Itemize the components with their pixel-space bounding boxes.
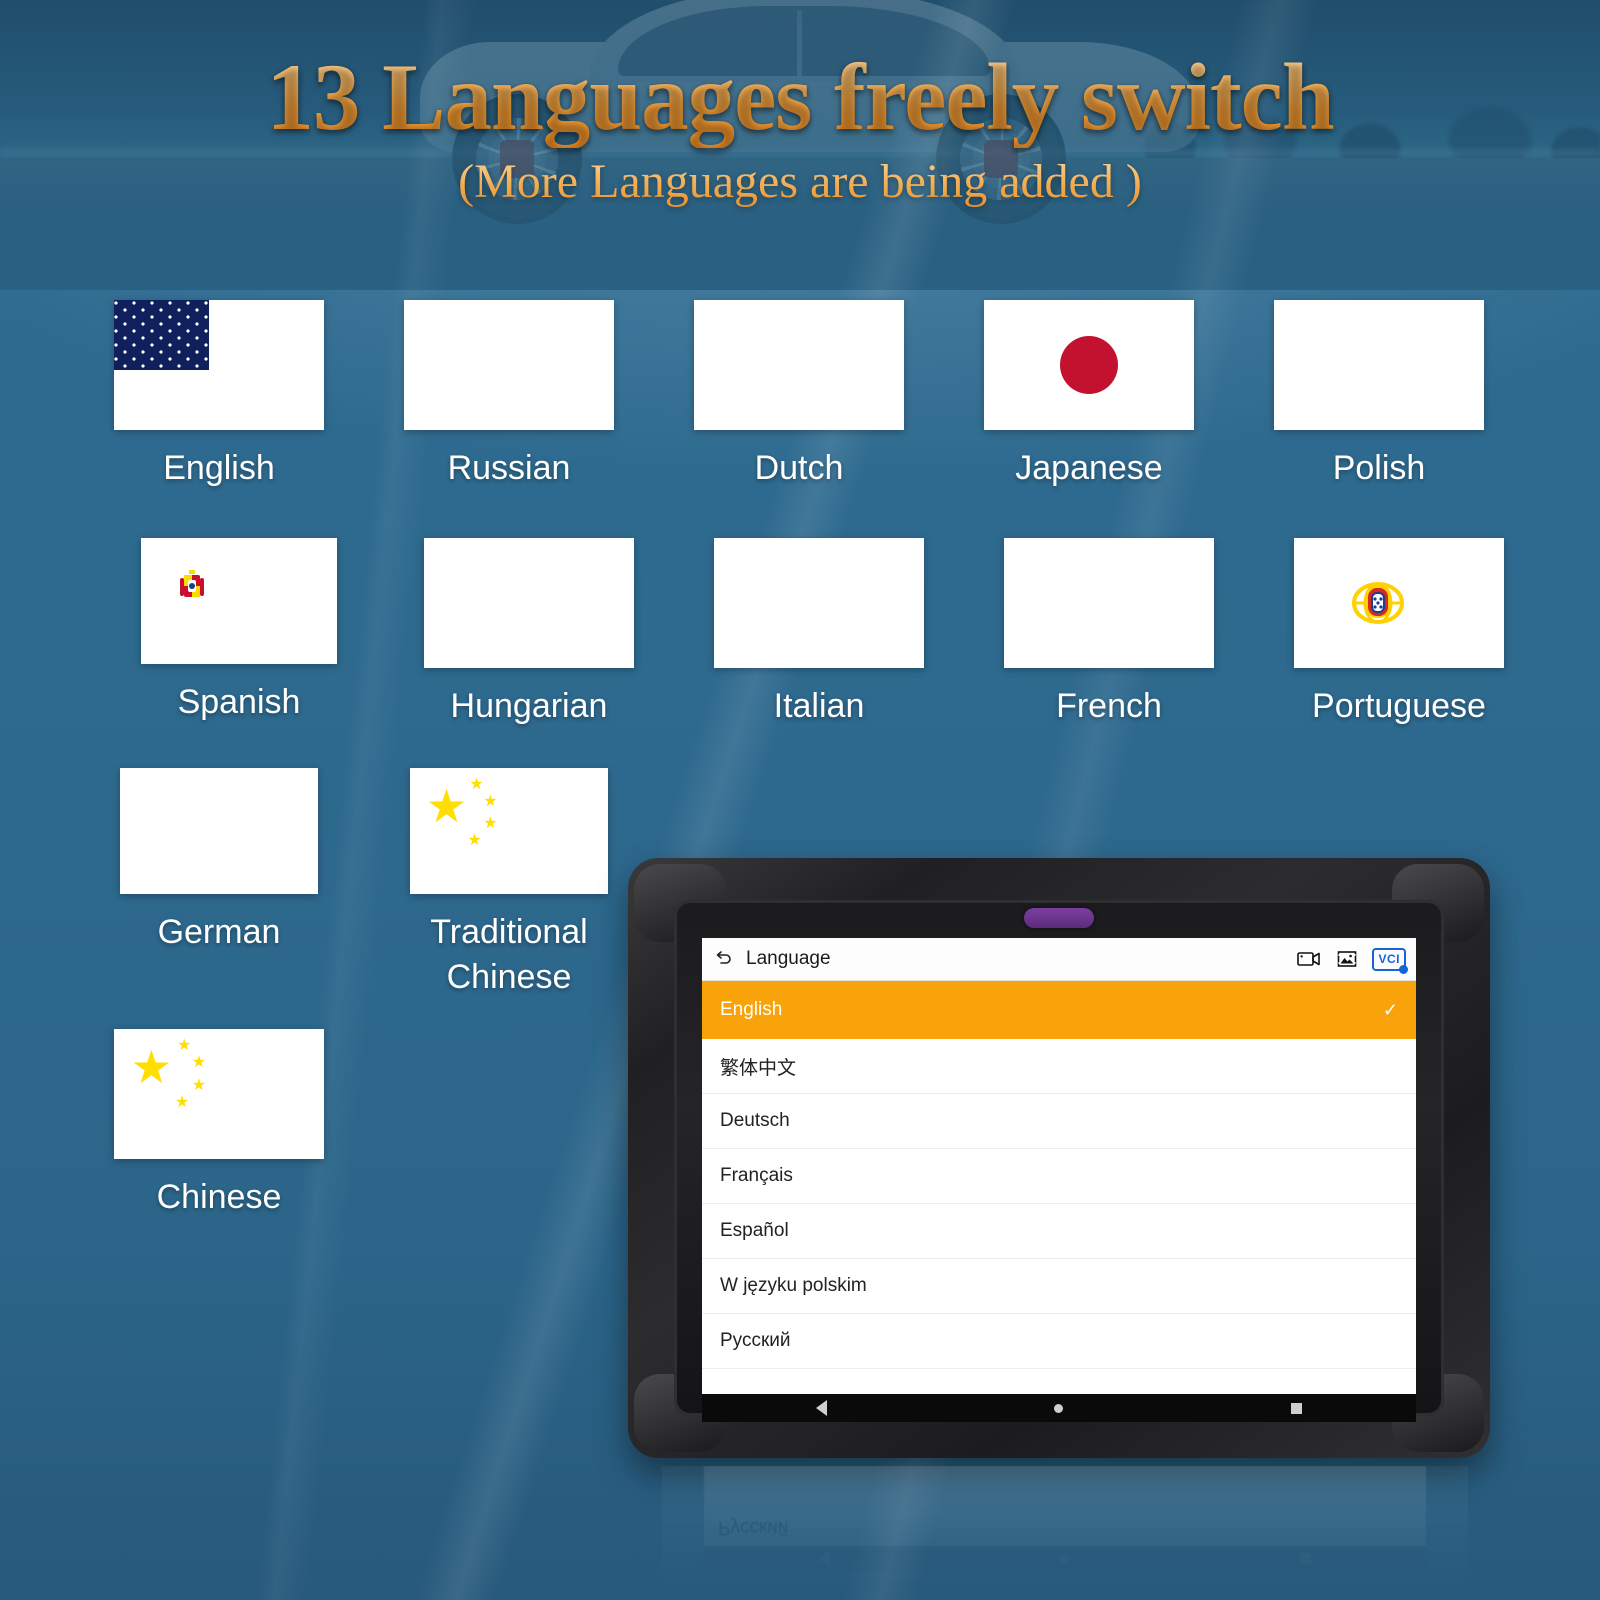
tablet-screen: Language VCI English ✓ 繁体中文 Deutsch Fran… (702, 938, 1416, 1394)
front-camera-icon (1024, 908, 1094, 928)
flag-row-1: English Russian Dutch Japanese Polish (74, 300, 1556, 490)
flag-label: Russian (447, 449, 571, 487)
language-list-item-english[interactable]: English ✓ (702, 981, 1416, 1039)
page-subtitle: (More Languages are being added ) (0, 154, 1600, 209)
flag-item-english: English (74, 300, 364, 490)
back-arrow-icon[interactable] (712, 948, 734, 970)
language-list-item-traditional-chinese[interactable]: 繁体中文 (702, 1039, 1416, 1094)
language-list-item-espanol[interactable]: Español (702, 1204, 1416, 1259)
flag-label: Spanish (177, 683, 301, 722)
flag-label: Dutch (754, 449, 844, 487)
flag-label: Italian (773, 687, 865, 726)
flag-item-polish: Polish (1234, 300, 1524, 490)
flag-italy-icon (714, 538, 924, 669)
flag-item-japanese: Japanese (944, 300, 1234, 490)
flag-item-traditional-chinese: ★ ★ ★ ★ ★ Traditional Chinese (364, 768, 654, 998)
diagnostic-tablet: Language VCI English ✓ 繁体中文 Deutsch Fran… (628, 858, 1490, 1458)
flag-spain-icon (141, 538, 337, 665)
back-triangle-icon[interactable] (815, 1400, 827, 1416)
language-list-item-polish[interactable]: W języku polskim (702, 1259, 1416, 1314)
language-label: Deutsch (720, 1110, 790, 1131)
page-title: 13 Languages freely switch (0, 47, 1600, 148)
flag-france-icon (1004, 538, 1214, 669)
flag-united-states-icon (114, 300, 324, 430)
flag-label: Japanese (1015, 449, 1163, 487)
flag-label: Traditional Chinese (430, 913, 588, 996)
tablet-reflection: Русский (640, 1466, 1490, 1598)
check-icon: ✓ (1382, 999, 1398, 1020)
language-label: 繁体中文 (720, 1057, 797, 1079)
flag-item-dutch: Dutch (654, 300, 944, 490)
language-list-item-deutsch[interactable]: Deutsch (702, 1094, 1416, 1149)
flag-label: French (1056, 687, 1162, 726)
flag-china-icon: ★ ★ ★ ★ ★ (114, 1028, 324, 1159)
flag-label: Chinese (156, 1177, 282, 1216)
flag-poland-icon (1274, 300, 1484, 430)
language-list: English ✓ 繁体中文 Deutsch Français Español … (702, 981, 1416, 1369)
reflection-text: Русский (718, 1517, 789, 1538)
flag-item-hungarian: Hungarian (384, 538, 674, 728)
language-label: Français (720, 1165, 793, 1186)
flag-label: Polish (1332, 449, 1426, 487)
language-label: W języku polskim (720, 1275, 867, 1296)
flag-item-french: French (964, 538, 1254, 728)
recents-square-icon[interactable] (1291, 1402, 1303, 1414)
language-list-item-russian[interactable]: Русский (702, 1314, 1416, 1369)
language-list-item-francais[interactable]: Français (702, 1149, 1416, 1204)
flag-item-german: German (74, 768, 364, 998)
app-bar: Language VCI (702, 938, 1416, 981)
flag-china-icon: ★ ★ ★ ★ ★ (410, 768, 608, 895)
app-bar-title: Language (746, 948, 831, 969)
screenshot-image-icon[interactable] (1334, 947, 1360, 971)
flag-japan-icon (984, 300, 1194, 430)
flag-item-russian: Russian (364, 300, 654, 490)
language-label: Русский (720, 1330, 791, 1351)
spain-coat-of-arms-icon (179, 570, 204, 598)
flag-label: English (163, 449, 275, 487)
language-label: Español (720, 1220, 789, 1241)
android-navigation-bar (702, 1394, 1416, 1422)
flag-item-portuguese: Portuguese (1254, 538, 1544, 728)
portugal-armillary-icon (1352, 582, 1404, 625)
poster-canvas: 13 Languages freely switch (More Languag… (0, 0, 1600, 1600)
flag-item-italian: Italian (674, 538, 964, 728)
flag-hungary-icon (424, 538, 634, 669)
flag-germany-icon (120, 768, 318, 895)
flag-row-2: Spanish Hungarian Italian French Portugu… (94, 538, 1556, 728)
headline-block: 13 Languages freely switch (More Languag… (0, 47, 1600, 209)
flag-label: Hungarian (450, 687, 608, 726)
home-circle-icon[interactable] (1054, 1403, 1064, 1413)
flag-item-chinese: ★ ★ ★ ★ ★ Chinese (74, 1028, 364, 1219)
language-label: English (720, 999, 783, 1020)
vci-badge-icon[interactable]: VCI (1372, 947, 1408, 974)
video-camera-icon[interactable] (1296, 947, 1322, 971)
flag-netherlands-icon (694, 300, 904, 430)
flag-russia-icon (404, 300, 614, 430)
flag-label: Portuguese (1312, 687, 1486, 726)
flag-item-spanish: Spanish (94, 538, 384, 728)
flag-label: German (157, 913, 281, 952)
flag-portugal-icon (1294, 538, 1504, 669)
